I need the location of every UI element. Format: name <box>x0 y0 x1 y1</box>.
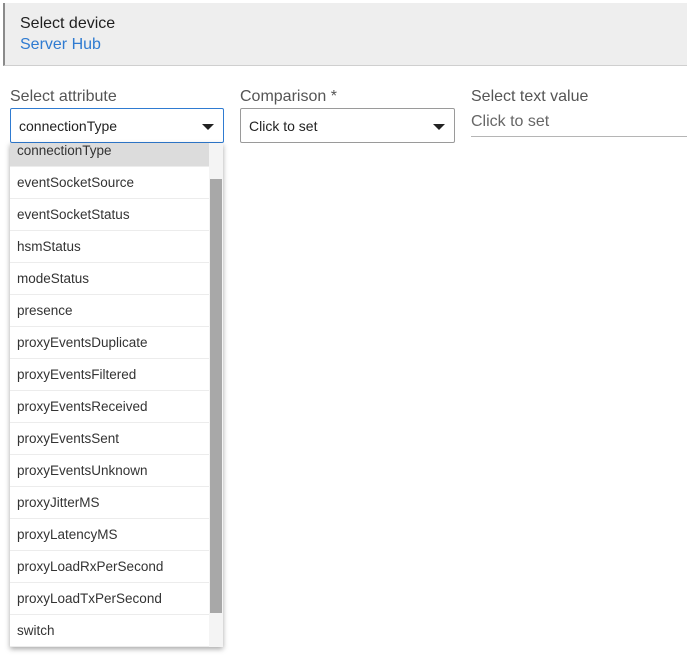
attribute-option[interactable]: proxyEventsUnknown <box>10 455 209 487</box>
attribute-option[interactable]: hsmStatus <box>10 231 209 263</box>
attribute-option[interactable]: proxyEventsFiltered <box>10 359 209 391</box>
chevron-down-icon <box>433 124 445 130</box>
attribute-dropdown-menu: connectionType eventSocketSource eventSock… <box>10 143 223 647</box>
attribute-select[interactable]: connectionType <box>10 108 224 143</box>
attribute-option[interactable]: presence <box>10 295 209 327</box>
attribute-option[interactable]: proxyLoadRxPerSecond <box>10 551 209 583</box>
attribute-option-list: connectionType eventSocketSource eventSock… <box>10 143 209 647</box>
dropdown-scrollbar[interactable] <box>209 143 223 647</box>
attribute-option[interactable]: proxyEventsDuplicate <box>10 327 209 359</box>
attribute-option[interactable]: eventSocketSource <box>10 167 209 199</box>
comparison-select[interactable]: Click to set <box>240 108 455 143</box>
device-label: Select device <box>20 15 116 32</box>
chevron-down-icon <box>202 124 214 130</box>
attribute-option[interactable]: proxyEventsReceived <box>10 391 209 423</box>
text-value-input[interactable] <box>471 108 687 137</box>
attribute-label: Select attribute <box>10 88 117 105</box>
device-value[interactable]: Server Hub <box>20 36 101 54</box>
attribute-option[interactable]: eventSocketStatus <box>10 199 209 231</box>
device-selector[interactable]: Select device Server Hub <box>3 3 687 66</box>
attribute-option[interactable]: proxyJitterMS <box>10 487 209 519</box>
attribute-option[interactable]: proxyLoadTxPerSecond <box>10 583 209 615</box>
attribute-select-value: connectionType <box>19 118 118 134</box>
attribute-option[interactable]: connectionType <box>10 143 209 167</box>
attribute-option[interactable]: switch <box>10 615 209 647</box>
text-value-label: Select text value <box>471 88 589 105</box>
attribute-option[interactable]: modeStatus <box>10 263 209 295</box>
attribute-option[interactable]: proxyEventsSent <box>10 423 209 455</box>
scrollbar-thumb[interactable] <box>210 179 222 613</box>
comparison-label: Comparison * <box>240 88 337 105</box>
attribute-option[interactable]: proxyLatencyMS <box>10 519 209 551</box>
comparison-select-value: Click to set <box>249 118 318 134</box>
